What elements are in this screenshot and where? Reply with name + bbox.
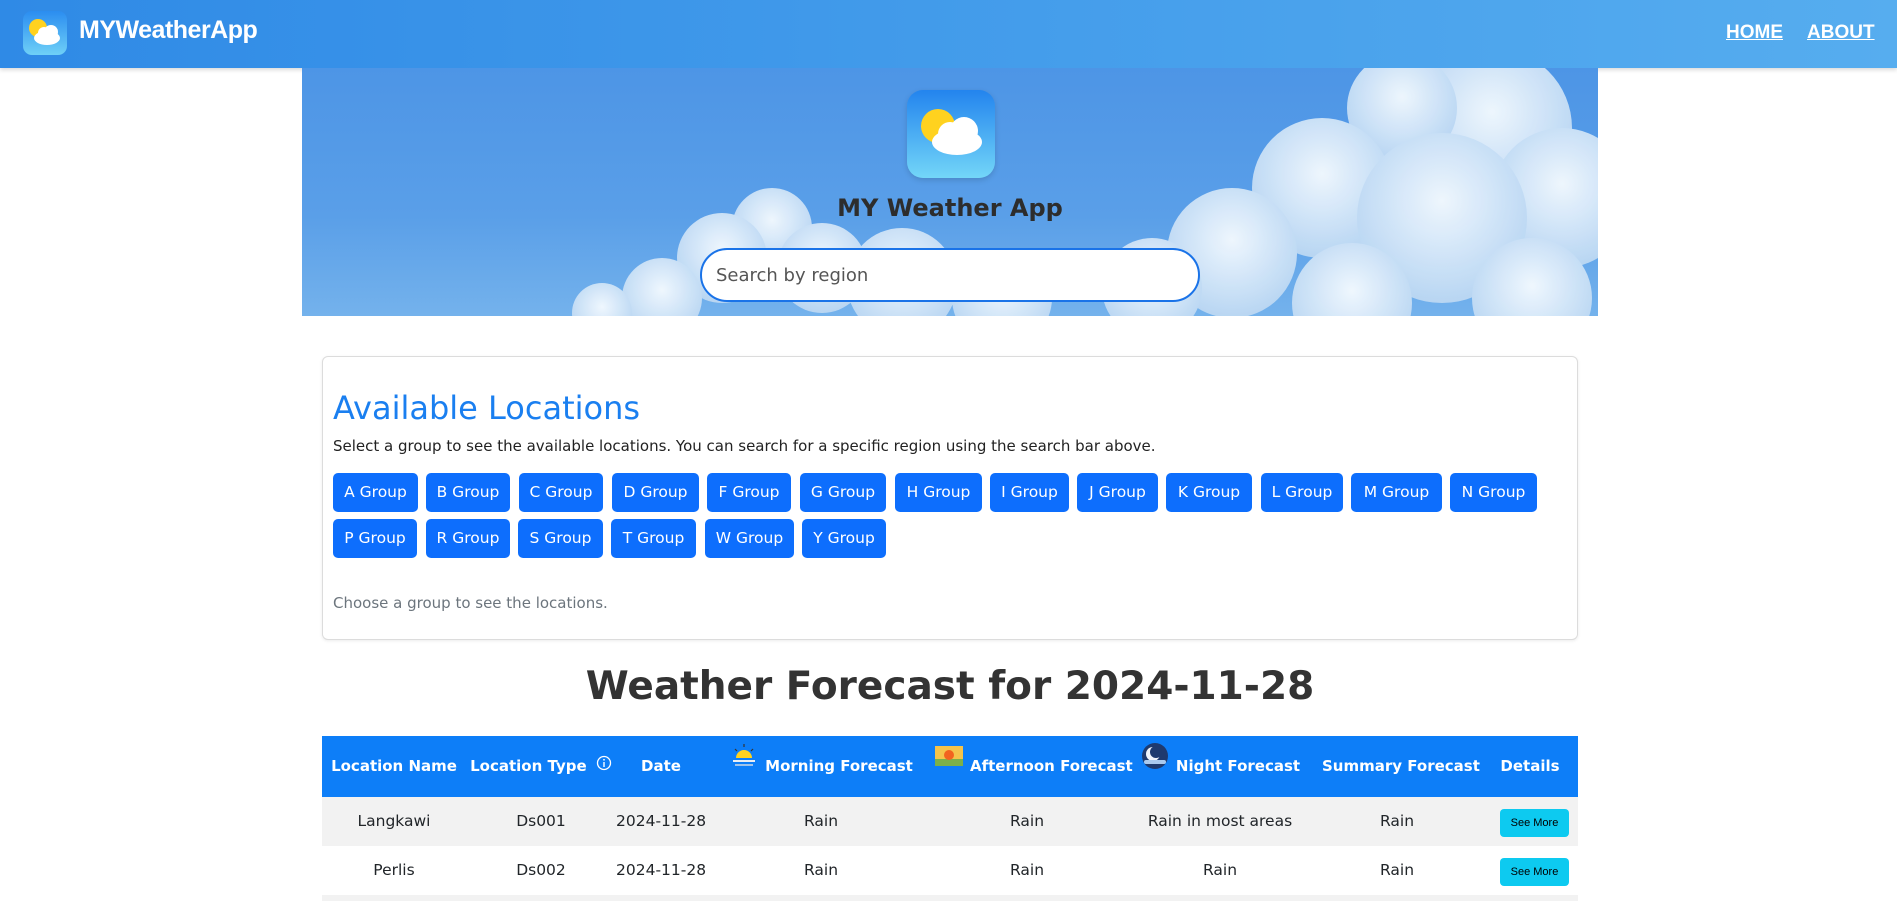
cell-morning: Rain: [803, 812, 839, 830]
group-button-b[interactable]: B Group: [426, 473, 510, 512]
night-moon-icon: [1140, 736, 1170, 797]
top-navbar: MYWeatherApp HOME ABOUT: [0, 0, 1897, 68]
cell-summary: Rain: [1379, 812, 1415, 830]
group-button-y[interactable]: Y Group: [802, 519, 886, 558]
table-row: [322, 895, 1578, 901]
available-locations-card: Available Locations Select a group to se…: [322, 356, 1578, 640]
cell-night: Rain in most areas: [1147, 812, 1293, 830]
table-row: Perlis Ds002 2024-11-28 Rain Rain Rain R…: [322, 846, 1578, 895]
cell-date: 2024-11-28: [616, 812, 707, 830]
column-header-morning: Morning Forecast: [728, 736, 914, 797]
group-button-h[interactable]: H Group: [895, 473, 982, 512]
locations-title: Available Locations: [333, 389, 641, 427]
group-button-s[interactable]: S Group: [518, 519, 603, 558]
sunrise-icon: [729, 736, 759, 797]
cell-location-name: Langkawi: [357, 812, 431, 830]
column-label: Location Name: [331, 757, 457, 775]
info-icon[interactable]: [596, 736, 612, 797]
group-button-t[interactable]: T Group: [611, 519, 696, 558]
cell-location-type: Ds002: [516, 861, 566, 879]
column-header-night: Night Forecast: [1138, 736, 1302, 797]
column-label: Afternoon Forecast: [970, 757, 1133, 775]
hero-banner: MY Weather App: [302, 68, 1598, 316]
column-header-afternoon: Afternoon Forecast: [934, 736, 1133, 797]
forecast-title: Weather Forecast for 2024-11-28: [585, 664, 1315, 709]
column-header-details: Details: [1482, 736, 1578, 797]
column-label: Date: [641, 757, 681, 775]
column-label: Summary Forecast: [1322, 757, 1480, 775]
group-button-w[interactable]: W Group: [705, 519, 794, 558]
group-button-d[interactable]: D Group: [612, 473, 699, 512]
cell-date: 2024-11-28: [616, 861, 707, 879]
brand-name[interactable]: MYWeatherApp: [79, 16, 258, 45]
forecast-table-header: Location Name Location Type Date Morning…: [322, 736, 1578, 797]
column-label: Night Forecast: [1175, 757, 1301, 775]
group-button-f[interactable]: F Group: [707, 473, 791, 512]
hero-title: MY Weather App: [837, 194, 1063, 222]
group-button-g[interactable]: G Group: [800, 473, 886, 512]
cell-afternoon: Rain: [1009, 861, 1045, 879]
see-more-button[interactable]: See More: [1500, 858, 1569, 886]
group-button-n[interactable]: N Group: [1450, 473, 1537, 512]
cell-summary: Rain: [1379, 861, 1415, 879]
column-label: Location Type: [470, 757, 587, 775]
cell-location-name: Perlis: [373, 861, 415, 879]
partly-cloudy-icon[interactable]: [23, 11, 67, 55]
column-header-location-name: Location Name: [322, 736, 466, 797]
group-button-r[interactable]: R Group: [426, 519, 510, 558]
group-button-a[interactable]: A Group: [333, 473, 418, 512]
cell-night: Rain: [1202, 861, 1238, 879]
cell-location-type: Ds001: [516, 812, 566, 830]
group-button-l[interactable]: L Group: [1261, 473, 1343, 512]
column-label: Morning Forecast: [765, 757, 913, 775]
see-more-button[interactable]: See More: [1500, 809, 1569, 837]
group-button-p[interactable]: P Group: [333, 519, 417, 558]
nav-about-link[interactable]: ABOUT: [1807, 22, 1875, 44]
locations-hint: Choose a group to see the locations.: [333, 594, 608, 612]
nav-home-link[interactable]: HOME: [1726, 22, 1783, 44]
cell-morning: Rain: [803, 861, 839, 879]
app-logo-icon: [907, 90, 995, 178]
group-button-j[interactable]: J Group: [1077, 473, 1158, 512]
search-input[interactable]: [700, 248, 1200, 302]
group-button-m[interactable]: M Group: [1351, 473, 1442, 512]
group-button-c[interactable]: C Group: [519, 473, 603, 512]
cell-afternoon: Rain: [1009, 812, 1045, 830]
locations-description: Select a group to see the available loca…: [333, 437, 1156, 455]
column-header-location-type: Location Type: [466, 736, 616, 797]
column-label: Details: [1500, 757, 1560, 775]
table-row: Langkawi Ds001 2024-11-28 Rain Rain Rain…: [322, 797, 1578, 846]
group-button-i[interactable]: I Group: [990, 473, 1069, 512]
group-button-k[interactable]: K Group: [1166, 473, 1252, 512]
afternoon-sun-icon: [934, 736, 964, 797]
column-header-summary: Summary Forecast: [1322, 736, 1480, 797]
column-header-date: Date: [616, 736, 706, 797]
